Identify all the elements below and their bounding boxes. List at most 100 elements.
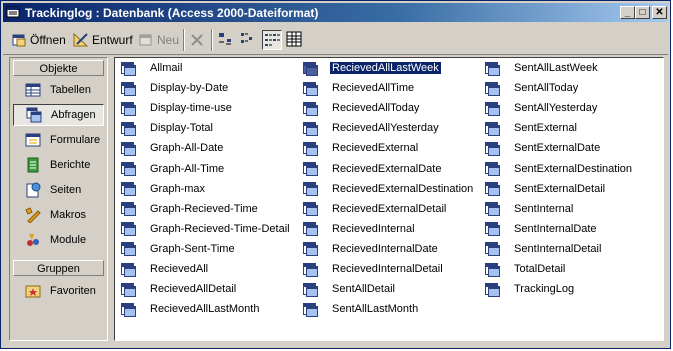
object-item-label: Seiten bbox=[50, 184, 82, 196]
query-item[interactable]: RecievedExternalDestination bbox=[303, 181, 475, 197]
query-icon bbox=[121, 121, 136, 136]
new-button[interactable]: Neu bbox=[138, 29, 179, 51]
object-item-forms[interactable]: Formulare bbox=[13, 129, 104, 151]
object-item-macros[interactable]: Makros bbox=[13, 204, 104, 226]
query-item[interactable]: RecievedAllYesterday bbox=[303, 120, 441, 136]
query-icon bbox=[121, 61, 136, 76]
query-item[interactable]: Graph-Recieved-Time-Detail bbox=[121, 221, 292, 237]
module-icon bbox=[27, 234, 39, 246]
query-item[interactable]: RecievedExternal bbox=[303, 140, 420, 156]
query-label: Graph-max bbox=[150, 182, 206, 195]
delete-button[interactable] bbox=[189, 29, 205, 51]
query-item[interactable]: Graph-All-Time bbox=[121, 161, 226, 177]
objects-header[interactable]: Objekte bbox=[13, 60, 104, 76]
query-item[interactable]: RecievedAllTime bbox=[303, 80, 416, 96]
query-item[interactable]: RecievedInternalDetail bbox=[303, 261, 445, 277]
query-list[interactable]: Allmail Display-by-Date Display-time-use Di… bbox=[114, 57, 664, 341]
new-label: Neu bbox=[157, 33, 180, 47]
query-icon bbox=[303, 202, 318, 217]
query-item[interactable]: Graph-max bbox=[121, 181, 207, 197]
maximize-button[interactable]: □ bbox=[635, 6, 650, 19]
query-item[interactable]: Display-Total bbox=[121, 120, 215, 136]
query-item[interactable]: SentInternal bbox=[485, 201, 575, 217]
query-icon bbox=[485, 101, 500, 116]
query-item[interactable]: Graph-Sent-Time bbox=[121, 241, 237, 257]
small-icons-button[interactable] bbox=[239, 30, 259, 50]
query-icon bbox=[303, 222, 318, 237]
query-icon bbox=[121, 242, 136, 257]
query-item[interactable]: SentInternalDetail bbox=[485, 241, 603, 257]
query-icon bbox=[121, 101, 136, 116]
query-item[interactable]: TrackingLog bbox=[485, 281, 576, 297]
query-label: SentInternal bbox=[514, 202, 574, 215]
query-item[interactable]: Graph-All-Date bbox=[121, 140, 225, 156]
query-item[interactable]: SentAllLastWeek bbox=[485, 60, 600, 76]
new-icon bbox=[139, 34, 152, 46]
toolbar-separator bbox=[211, 29, 213, 51]
object-item-tables[interactable]: Tabellen bbox=[13, 79, 104, 101]
large-icons-button[interactable] bbox=[216, 30, 236, 50]
query-item[interactable]: TotalDetail bbox=[485, 261, 567, 277]
list-view-button[interactable] bbox=[262, 30, 282, 50]
query-item[interactable]: SentExternal bbox=[485, 120, 579, 136]
query-item[interactable]: Allmail bbox=[121, 60, 184, 76]
query-icon bbox=[485, 61, 500, 76]
query-item[interactable]: RecievedAllLastMonth bbox=[121, 301, 261, 317]
object-item-label: Berichte bbox=[50, 159, 91, 171]
title-bar[interactable]: Trackinglog : Datenbank (Access 2000-Dat… bbox=[3, 3, 668, 22]
object-item-reports[interactable]: Berichte bbox=[13, 154, 104, 176]
query-label: Display-time-use bbox=[150, 102, 232, 115]
query-item[interactable]: RecievedInternalDate bbox=[303, 241, 440, 257]
query-item[interactable]: Display-time-use bbox=[121, 100, 234, 116]
query-item[interactable]: RecievedInternal bbox=[303, 221, 417, 237]
query-label: SentInternalDetail bbox=[514, 242, 602, 255]
query-item[interactable]: SentAllLastMonth bbox=[303, 301, 420, 317]
query-item[interactable]: SentExternalDestination bbox=[485, 161, 634, 177]
query-icon bbox=[485, 182, 500, 197]
object-item-label: Makros bbox=[50, 209, 87, 221]
query-item[interactable]: SentAllYesterday bbox=[485, 100, 599, 116]
query-item[interactable]: RecievedAllLastWeek bbox=[303, 60, 442, 76]
query-label: RecievedInternalDetail bbox=[332, 263, 443, 275]
query-icon bbox=[303, 81, 318, 96]
query-label: RecievedInternal bbox=[332, 222, 415, 235]
open-button[interactable]: Öffnen bbox=[11, 29, 66, 51]
query-item[interactable]: SentAllToday bbox=[485, 80, 580, 96]
object-item-modules[interactable]: Module bbox=[13, 229, 104, 251]
query-icon bbox=[303, 262, 318, 277]
query-label: SentAllToday bbox=[514, 82, 579, 95]
query-label: SentAllYesterday bbox=[514, 102, 598, 115]
query-item[interactable]: SentInternalDate bbox=[485, 221, 599, 237]
query-label: RecievedAllDetail bbox=[150, 283, 237, 296]
object-item-favorites[interactable]: Favoriten bbox=[13, 280, 104, 302]
macro-icon bbox=[25, 207, 41, 223]
query-icon bbox=[121, 282, 136, 297]
query-item[interactable]: RecievedExternalDate bbox=[303, 161, 443, 177]
details-view-button[interactable] bbox=[285, 30, 305, 50]
object-item-queries[interactable]: Abfragen bbox=[13, 104, 104, 126]
query-item[interactable]: RecievedAllToday bbox=[303, 100, 421, 116]
query-item[interactable]: Display-by-Date bbox=[121, 80, 230, 96]
query-item[interactable]: SentExternalDate bbox=[485, 140, 602, 156]
query-icon bbox=[121, 202, 136, 217]
query-icon bbox=[485, 282, 500, 297]
query-icon bbox=[485, 121, 500, 136]
object-item-label: Favoriten bbox=[50, 285, 96, 297]
query-icon bbox=[121, 81, 136, 96]
object-item-pages[interactable]: Seiten bbox=[13, 179, 104, 201]
query-item[interactable]: SentExternalDetail bbox=[485, 181, 607, 197]
query-item[interactable]: Graph-Recieved-Time bbox=[121, 201, 260, 217]
query-item[interactable]: RecievedExternalDetail bbox=[303, 201, 448, 217]
query-label: SentInternalDate bbox=[514, 222, 597, 235]
groups-header[interactable]: Gruppen bbox=[13, 260, 104, 276]
query-item[interactable]: SentAllDetail bbox=[303, 281, 397, 297]
query-item[interactable]: RecievedAll bbox=[121, 261, 210, 277]
object-item-label: Abfragen bbox=[51, 109, 96, 121]
query-label: RecievedAllYesterday bbox=[332, 122, 439, 135]
close-button[interactable]: ✕ bbox=[652, 6, 667, 19]
query-item[interactable]: RecievedAllDetail bbox=[121, 281, 238, 297]
query-label: Display-Total bbox=[150, 122, 213, 135]
query-label: Graph-All-Time bbox=[150, 162, 225, 175]
minimize-button[interactable]: _ bbox=[620, 6, 635, 19]
design-button[interactable]: Entwurf bbox=[73, 29, 133, 51]
